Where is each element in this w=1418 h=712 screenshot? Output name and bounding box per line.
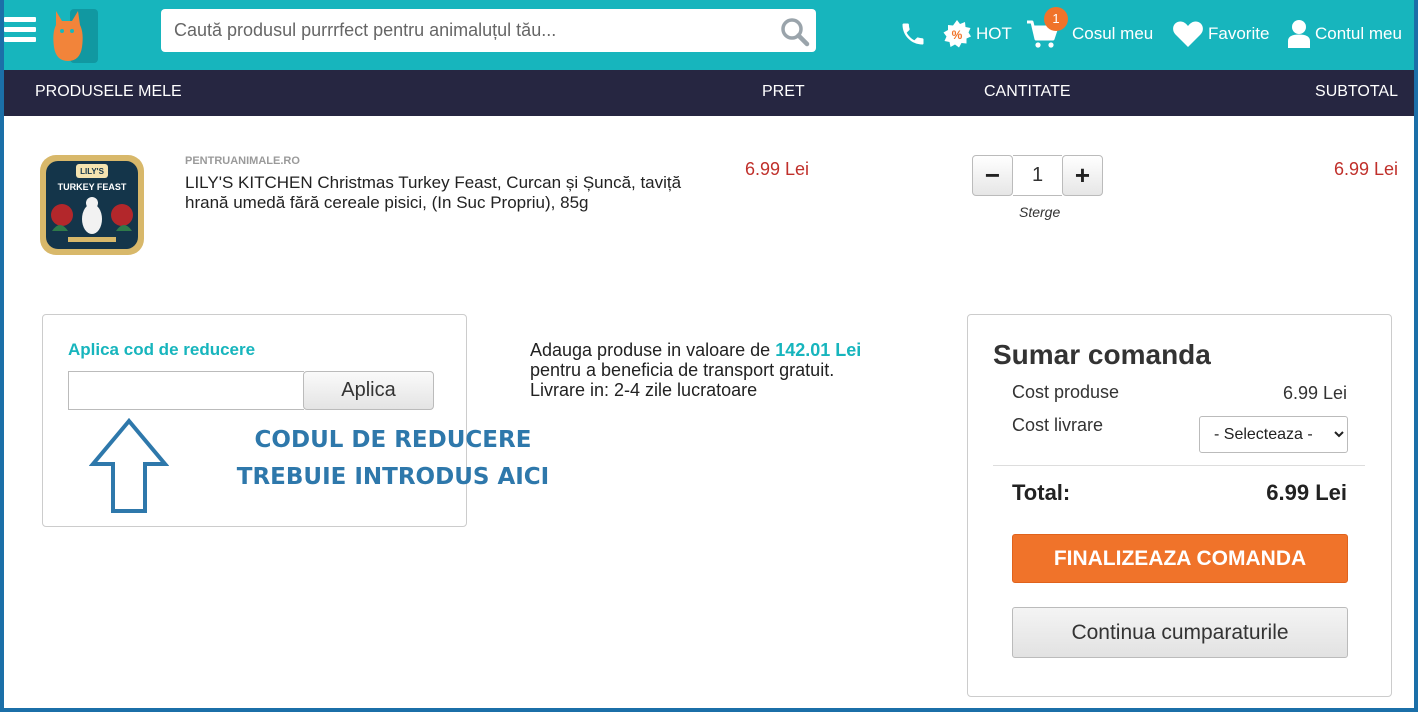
coupon-annotation-line1: CODUL DE REDUCERE <box>254 427 532 453</box>
coupon-title: Aplica cod de reducere <box>68 340 256 359</box>
summary-divider <box>993 465 1365 466</box>
checkout-button[interactable]: FINALIZEAZA COMANDA <box>1012 534 1348 583</box>
top-header: % HOT Cosul meu 1 Favorite Contul meu <box>0 0 1418 70</box>
apply-coupon-button[interactable]: Aplica <box>303 371 434 410</box>
quantity-value[interactable]: 1 <box>1013 155 1062 196</box>
shipping-benefit-text: pentru a beneficia de transport gratuit. <box>530 360 835 380</box>
product-price: 6.99 Lei <box>745 159 810 179</box>
coupon-annotation: CODUL DE REDUCERE TREBUIE INTRODUS AICI <box>230 422 556 496</box>
heart-icon <box>1173 21 1203 47</box>
delivery-cost-label: Cost livrare <box>1012 415 1104 435</box>
product-image[interactable]: LILY'S TURKEY FEAST <box>38 153 146 257</box>
column-subtotal: SUBTOTAL <box>1315 83 1398 100</box>
total-value: 6.99 Lei <box>1266 480 1347 505</box>
product-image-title: TURKEY FEAST <box>58 182 127 192</box>
products-cost-value: 6.99 Lei <box>1282 383 1347 403</box>
delivery-time-text: Livrare in: 2-4 zile lucratoare <box>530 380 758 400</box>
phone-button[interactable] <box>899 14 927 54</box>
product-image-brand: LILY'S <box>80 167 105 176</box>
svg-text:%: % <box>952 28 963 42</box>
decrease-quantity-button[interactable]: − <box>972 155 1013 196</box>
hot-label: HOT <box>976 24 1012 43</box>
column-products: PRODUSELE MELE <box>35 83 182 100</box>
account-link[interactable]: Contul meu <box>1287 14 1402 54</box>
free-shipping-message: Adauga produse in valoare de 142.01 Lei … <box>530 340 930 400</box>
site-logo[interactable] <box>50 3 100 63</box>
arrow-up-icon <box>89 418 169 513</box>
delivery-method-select[interactable]: - Selecteaza - <box>1199 416 1348 453</box>
coupon-code-input[interactable] <box>68 371 304 410</box>
continue-shopping-button[interactable]: Continua cumparaturile <box>1012 607 1348 658</box>
search-icon[interactable] <box>780 17 810 47</box>
hot-deals-link[interactable]: % HOT <box>942 14 1012 54</box>
search-bar <box>161 9 816 52</box>
cart-label: Cosul meu <box>1072 24 1154 43</box>
products-cost-label: Cost produse <box>1012 382 1120 402</box>
quantity-stepper: − 1 + <box>972 155 1103 196</box>
menu-icon[interactable] <box>4 17 36 45</box>
discount-badge-icon: % <box>943 20 971 48</box>
summary-title: Sumar comanda <box>993 339 1211 370</box>
total-label: Total: <box>1012 480 1071 505</box>
increase-quantity-button[interactable]: + <box>1062 155 1103 196</box>
favorites-label: Favorite <box>1208 24 1270 43</box>
coupon-annotation-line2: TREBUIE INTRODUS AICI <box>236 464 550 490</box>
product-brand: PENTRUANIMALE.RO <box>185 155 300 167</box>
phone-icon <box>902 23 924 45</box>
shipping-remaining-amount: 142.01 Lei <box>775 340 862 360</box>
order-summary: Sumar comanda Cost produse 6.99 Lei Cost… <box>967 314 1392 697</box>
shipping-prefix: Adauga produse in valoare de <box>530 340 771 360</box>
favorites-link[interactable]: Favorite <box>1172 14 1269 54</box>
column-price: PRET <box>762 83 805 100</box>
user-icon <box>1288 20 1310 48</box>
cart-count-badge: 1 <box>1044 7 1068 31</box>
product-name-link[interactable]: LILY'S KITCHEN Christmas Turkey Feast, C… <box>185 173 725 213</box>
account-label: Contul meu <box>1315 24 1402 43</box>
remove-item-link[interactable]: Sterge <box>1019 204 1060 220</box>
column-quantity: CANTITATE <box>984 83 1071 100</box>
search-input[interactable] <box>161 9 761 52</box>
cart-table-header: PRODUSELE MELE PRET CANTITATE SUBTOTAL <box>4 70 1414 116</box>
item-subtotal: 6.99 Lei <box>1333 159 1398 179</box>
